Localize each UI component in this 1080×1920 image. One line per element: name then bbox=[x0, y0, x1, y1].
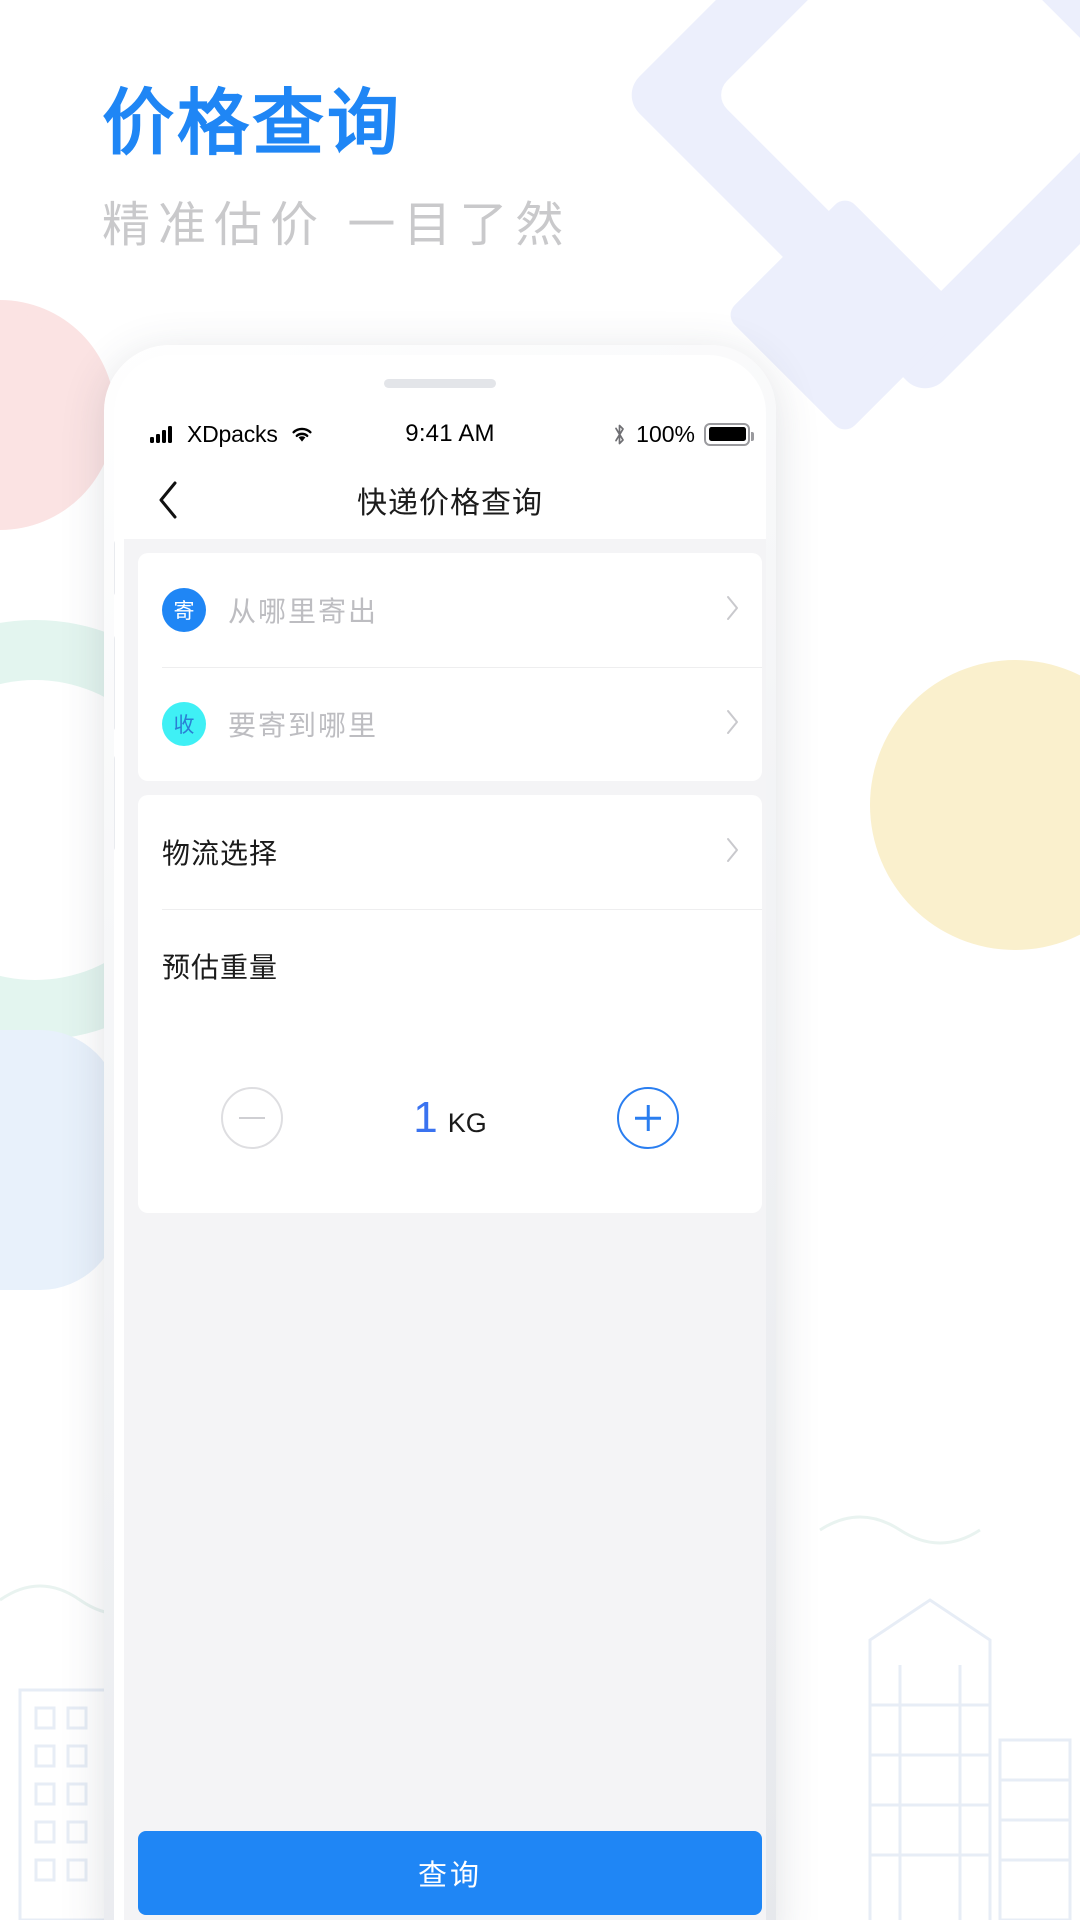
receiver-address-row[interactable]: 收 要寄到哪里 bbox=[138, 667, 762, 781]
weight-unit: KG bbox=[447, 1108, 487, 1138]
weight-label: 预估重量 bbox=[162, 952, 279, 983]
receiver-badge-icon: 收 bbox=[162, 702, 206, 746]
receiver-chevron bbox=[725, 709, 740, 740]
chevron-left-icon bbox=[159, 481, 177, 519]
options-card: 物流选择 预估重量 1 KG bbox=[138, 795, 762, 1213]
bluetooth-icon bbox=[615, 424, 625, 444]
battery-full-icon bbox=[704, 422, 754, 446]
status-bar-clock: 9:41 AM bbox=[405, 420, 495, 447]
navigation-bar: 快递价格查询 bbox=[124, 461, 766, 539]
weight-value: 1 bbox=[413, 1093, 438, 1142]
back-button[interactable] bbox=[134, 461, 204, 539]
phone-earpiece-speaker bbox=[384, 379, 496, 388]
blob-yellow bbox=[870, 660, 1080, 950]
cellular-bars-icon bbox=[150, 426, 172, 443]
weight-value-display: 1 KG bbox=[375, 1093, 525, 1143]
logistics-select-row[interactable]: 物流选择 bbox=[138, 795, 762, 909]
page-title: 快递价格查询 bbox=[357, 487, 543, 520]
plus-circle-icon[interactable] bbox=[617, 1087, 679, 1149]
phone-body: XDpacks 9:41 AM 100% 快递价格查询 寄 从哪里寄出 收 要寄… bbox=[114, 355, 766, 1920]
phone-screen: XDpacks 9:41 AM 100% 快递价格查询 寄 从哪里寄出 收 要寄… bbox=[124, 407, 766, 1920]
status-bar: XDpacks 9:41 AM 100% bbox=[124, 407, 766, 461]
wifi-icon bbox=[292, 427, 312, 442]
status-bar-left: XDpacks bbox=[150, 421, 315, 448]
carrier-name: XDpacks bbox=[187, 420, 278, 447]
chevron-right-icon bbox=[727, 595, 738, 620]
battery-percent-label: 100% bbox=[636, 420, 695, 447]
sender-chevron bbox=[725, 595, 740, 626]
phone-volume-down-button bbox=[114, 755, 115, 851]
phone-volume-up-button bbox=[114, 635, 115, 731]
query-button[interactable]: 查询 bbox=[138, 1831, 762, 1915]
sender-address-row[interactable]: 寄 从哪里寄出 bbox=[138, 553, 762, 667]
minus-circle-icon[interactable] bbox=[221, 1087, 283, 1149]
footer-area: 查询 bbox=[124, 1831, 766, 1920]
phone-mute-switch bbox=[114, 540, 115, 596]
sender-badge-icon: 寄 bbox=[162, 588, 206, 632]
screen-content: 寄 从哪里寄出 收 要寄到哪里 物流选择 预估重量 1 KG 查询 bbox=[124, 539, 766, 1920]
logistics-label: 物流选择 bbox=[162, 838, 279, 869]
address-card: 寄 从哪里寄出 收 要寄到哪里 bbox=[138, 553, 762, 781]
status-bar-right: 100% bbox=[612, 420, 754, 448]
logistics-chevron bbox=[725, 837, 740, 868]
phone-mockup: XDpacks 9:41 AM 100% 快递价格查询 寄 从哪里寄出 收 要寄… bbox=[104, 345, 776, 1920]
chevron-right-icon bbox=[727, 709, 738, 734]
chevron-right-icon bbox=[727, 837, 738, 862]
weight-stepper: 1 KG bbox=[138, 1023, 762, 1213]
promo-subtitle: 精准估价 一目了然 bbox=[102, 199, 572, 252]
promo-title: 价格查询 bbox=[102, 84, 403, 164]
sender-address-placeholder: 从哪里寄出 bbox=[228, 596, 379, 627]
blob-blue bbox=[0, 1030, 120, 1290]
weight-label-row: 预估重量 bbox=[138, 909, 762, 1023]
receiver-address-placeholder: 要寄到哪里 bbox=[228, 710, 379, 741]
